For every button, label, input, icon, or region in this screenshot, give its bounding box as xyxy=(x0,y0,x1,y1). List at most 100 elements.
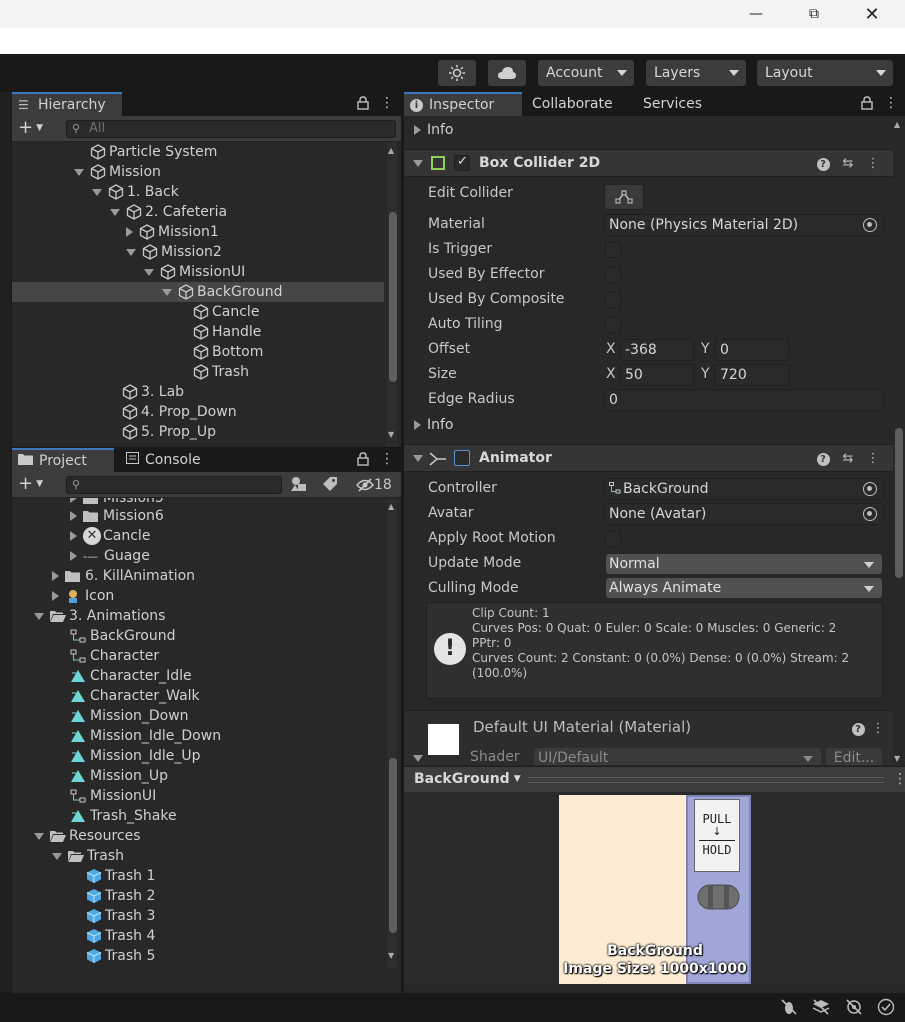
project-item[interactable]: Character_Idle xyxy=(70,666,192,686)
object-picker-icon[interactable] xyxy=(863,482,877,496)
layout-dropdown[interactable]: Layout xyxy=(757,60,893,86)
expand-arrow-icon[interactable] xyxy=(413,160,423,167)
hierarchy-item[interactable]: 4. Prop_Down xyxy=(122,402,237,422)
kebab-menu-icon[interactable]: ⋮ xyxy=(884,95,898,111)
size-x-field[interactable]: 50 xyxy=(620,364,694,386)
hierarchy-item[interactable]: Bottom xyxy=(193,342,263,362)
inspector-scroll-thumb[interactable] xyxy=(895,428,903,578)
expand-arrow-icon[interactable] xyxy=(34,832,44,840)
edge-radius-field[interactable]: 0 xyxy=(604,389,884,411)
project-item[interactable]: Mission6 xyxy=(70,506,164,526)
tab-inspector[interactable]: i Inspector xyxy=(404,92,522,116)
hierarchy-item[interactable]: Particle System xyxy=(90,142,217,162)
collapse-arrow-icon[interactable] xyxy=(70,511,77,521)
controller-field[interactable]: BackGround xyxy=(604,478,884,500)
minimize-icon[interactable]: — xyxy=(727,0,785,28)
expand-arrow-icon[interactable] xyxy=(110,208,120,216)
shader-dropdown[interactable]: UI/Default xyxy=(534,748,821,765)
hidden-packages-toggle[interactable]: 18 xyxy=(356,475,396,495)
filter-by-label-icon[interactable] xyxy=(322,476,340,494)
layers-dropdown[interactable]: Layers xyxy=(646,60,746,86)
box-collider-enabled-checkbox[interactable]: ✓ xyxy=(454,154,470,171)
hierarchy-item[interactable]: Mission2 xyxy=(126,242,222,262)
kebab-menu-icon[interactable]: ⋮ xyxy=(380,451,394,467)
tab-services[interactable]: Services xyxy=(637,92,717,116)
expand-arrow-icon[interactable] xyxy=(413,755,423,762)
collapse-arrow-icon[interactable] xyxy=(52,591,59,601)
tab-hierarchy[interactable]: ☰ Hierarchy xyxy=(12,92,122,116)
project-item[interactable]: BackGround xyxy=(70,626,175,646)
hierarchy-item[interactable]: Trash xyxy=(193,362,249,382)
project-scroll-thumb[interactable] xyxy=(389,758,397,933)
hierarchy-search-input[interactable]: ⚲ All xyxy=(66,120,396,138)
lock-icon[interactable] xyxy=(357,452,369,466)
restore-icon[interactable]: ⧉ xyxy=(785,0,843,28)
network-icon[interactable] xyxy=(844,998,864,1018)
close-icon[interactable]: ✕ xyxy=(843,0,901,28)
project-scrollbar[interactable]: ▲ ▼ xyxy=(387,498,397,968)
is-trigger-checkbox[interactable] xyxy=(605,242,621,258)
collapse-arrow-icon[interactable] xyxy=(52,571,59,581)
collapse-arrow-icon[interactable] xyxy=(126,227,133,237)
project-item[interactable]: 3. Animations xyxy=(34,606,165,626)
presets-icon[interactable]: ⇆ xyxy=(840,451,856,467)
expand-arrow-icon[interactable] xyxy=(74,168,84,176)
cloud-button[interactable] xyxy=(488,60,526,86)
expand-arrow-icon[interactable] xyxy=(92,188,102,196)
collapse-arrow-icon[interactable] xyxy=(70,531,77,541)
expand-arrow-icon[interactable] xyxy=(52,852,62,860)
light-settings-button[interactable] xyxy=(438,60,476,86)
component-menu-icon[interactable]: ⋮ xyxy=(865,156,881,172)
project-item[interactable]: Character xyxy=(70,646,159,666)
offset-y-field[interactable]: 0 xyxy=(715,339,789,361)
project-item[interactable]: 6. KillAnimation xyxy=(52,566,195,586)
help-icon[interactable]: ? xyxy=(815,156,831,172)
hierarchy-item[interactable]: 3. Lab xyxy=(122,382,184,402)
component-menu-icon[interactable]: ⋮ xyxy=(893,771,905,787)
project-item[interactable]: Mission_Down xyxy=(70,706,189,726)
expand-arrow-icon[interactable] xyxy=(162,288,172,296)
help-icon[interactable]: ? xyxy=(815,451,831,467)
project-item[interactable]: -— Guage xyxy=(70,546,150,566)
project-item[interactable]: Mission_Idle_Up xyxy=(70,746,201,766)
project-item[interactable]: Character_Walk xyxy=(70,686,200,706)
tab-collaborate[interactable]: Collaborate xyxy=(526,92,626,116)
presets-icon[interactable]: ⇆ xyxy=(840,156,856,172)
collapse-arrow-icon[interactable] xyxy=(414,125,421,135)
auto-tiling-checkbox[interactable] xyxy=(605,317,621,333)
project-item[interactable]: Icon xyxy=(52,586,114,606)
shader-edit-button[interactable]: Edit... xyxy=(826,748,882,765)
tab-console[interactable]: Console xyxy=(120,448,220,472)
expand-arrow-icon[interactable] xyxy=(413,455,423,462)
help-icon[interactable]: ? xyxy=(850,721,866,737)
object-picker-icon[interactable] xyxy=(863,507,877,521)
animator-enabled-checkbox[interactable] xyxy=(454,450,470,466)
update-mode-dropdown[interactable]: Normal xyxy=(606,554,882,574)
collapse-arrow-icon[interactable] xyxy=(70,498,77,503)
hierarchy-item[interactable]: MissionUI xyxy=(144,262,245,282)
project-item[interactable]: Mission_Idle_Down xyxy=(70,726,221,746)
account-dropdown[interactable]: Account xyxy=(538,60,634,86)
lock-icon[interactable] xyxy=(357,96,369,110)
project-item[interactable]: Mission_Up xyxy=(70,766,168,786)
create-plus-button[interactable]: + ▼ xyxy=(18,475,52,493)
project-item[interactable]: Resources xyxy=(34,826,141,846)
hierarchy-scroll-thumb[interactable] xyxy=(389,212,397,382)
box-collider-header[interactable]: ✓ Box Collider 2D ? ⇆ ⋮ xyxy=(404,149,894,177)
hierarchy-scrollbar[interactable]: ▲ ▼ xyxy=(387,142,397,447)
filter-by-type-icon[interactable] xyxy=(290,476,310,494)
material-field[interactable]: None (Physics Material 2D) xyxy=(604,214,884,236)
inspector-scrollbar[interactable]: ▲ ▼ xyxy=(893,118,903,766)
info-foldout-top[interactable]: Info xyxy=(414,120,454,140)
create-plus-button[interactable]: + ▼ xyxy=(18,119,52,137)
hierarchy-item[interactable]: Handle xyxy=(193,322,261,342)
project-item[interactable]: Trash 3 xyxy=(86,906,155,926)
debug-bug-icon[interactable] xyxy=(779,998,799,1018)
animator-header[interactable]: Animator ? ⇆ ⋮ xyxy=(404,444,894,472)
component-menu-icon[interactable]: ⋮ xyxy=(870,721,886,737)
used-by-effector-checkbox[interactable] xyxy=(605,267,621,283)
project-search-input[interactable]: ⚲ xyxy=(66,476,282,494)
project-item[interactable]: Trash 2 xyxy=(86,886,155,906)
hierarchy-item[interactable]: 5. Prop_Up xyxy=(122,422,216,442)
apply-root-motion-checkbox[interactable] xyxy=(605,531,621,547)
